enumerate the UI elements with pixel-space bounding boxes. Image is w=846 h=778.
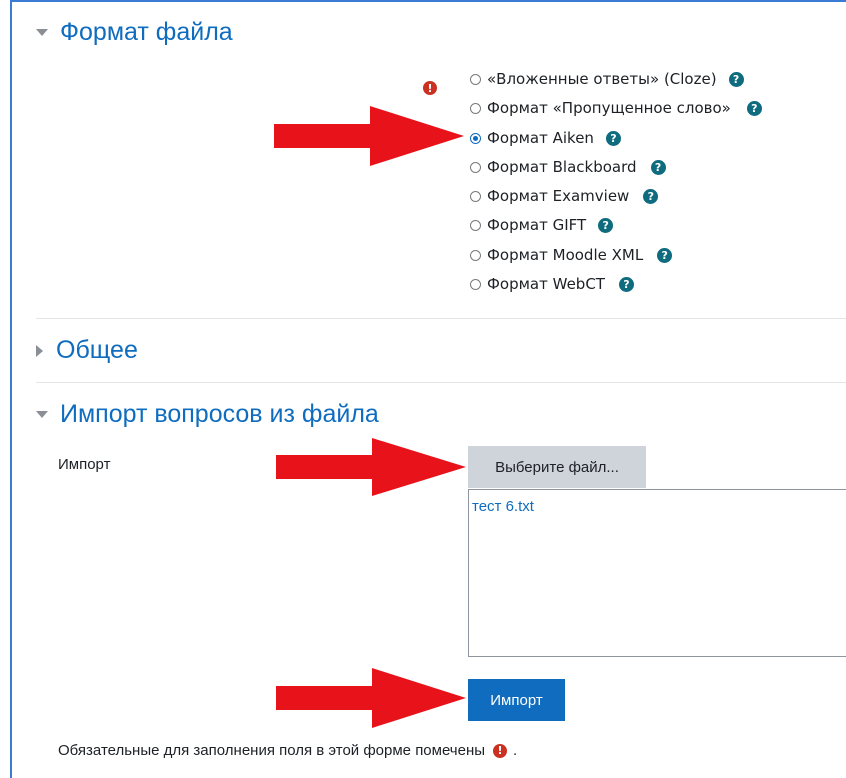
radio-option-moodlexml[interactable]: Формат Moodle XML ? [470,244,673,266]
required-note-text: Обязательные для заполнения поля в этой … [58,742,486,759]
help-icon[interactable]: ? [657,247,673,263]
required-fields-note: Обязательные для заполнения поля в этой … [58,742,517,759]
radio-option-blackboard[interactable]: Формат Blackboard ? [470,156,666,178]
section-header-import[interactable]: Импорт вопросов из файла [36,400,379,429]
red-arrow-icon [274,106,464,166]
required-icon: ! [493,743,508,758]
section-title-import: Импорт вопросов из файла [60,400,379,428]
help-icon[interactable]: ? [598,217,614,233]
help-icon[interactable]: ? [618,276,634,292]
section-title-general: Общее [56,336,138,364]
choose-file-button[interactable]: Выберите файл... [468,446,646,488]
radio-button[interactable] [470,190,481,202]
help-icon[interactable]: ? [746,100,762,116]
radio-label: «Вложенные ответы» (Cloze) [487,70,717,88]
section-divider [36,318,846,319]
uploaded-file-link[interactable]: тест 6.txt [472,498,534,515]
radio-label: Формат Moodle XML [487,246,644,264]
radio-button[interactable] [470,249,481,261]
radio-option-gift[interactable]: Формат GIFT ? [470,214,614,236]
radio-label: Формат Blackboard [487,158,637,176]
import-field-label: Импорт [58,456,111,473]
radio-label: Формат WebCT [487,275,605,293]
radio-label: Формат GIFT [487,216,587,234]
section-header-general[interactable]: Общее [36,336,138,365]
caret-down-icon [36,411,48,418]
section-title-file-format: Формат файла [60,18,233,46]
radio-label: Формат Examview [487,187,630,205]
radio-button[interactable] [470,161,481,173]
radio-button[interactable] [470,219,481,231]
import-submit-button[interactable]: Импорт [468,679,565,721]
red-arrow-icon [276,668,466,728]
section-header-file-format[interactable]: Формат файла [36,18,233,47]
section-divider [36,382,846,383]
radio-option-cloze[interactable]: «Вложенные ответы» (Cloze) ? [470,68,744,90]
required-note-suffix: . [513,742,518,759]
radio-option-webct[interactable]: Формат WebCT ? [470,273,634,295]
radio-option-aiken[interactable]: Формат Aiken ? [470,127,621,149]
required-icon: ! [423,81,437,95]
radio-button[interactable] [470,278,481,290]
radio-button[interactable] [470,73,481,85]
help-icon[interactable]: ? [650,159,666,175]
radio-button-selected[interactable] [470,132,481,144]
help-icon[interactable]: ? [643,188,659,204]
caret-down-icon [36,29,48,36]
help-icon[interactable]: ? [728,71,744,87]
help-icon[interactable]: ? [605,130,621,146]
file-drop-area[interactable]: тест 6.txt [468,489,846,657]
red-arrow-icon [276,438,466,496]
radio-label: Формат «Пропущенное слово» [487,99,731,117]
radio-option-missingword[interactable]: Формат «Пропущенное слово» ? [470,97,762,119]
radio-label: Формат Aiken [487,129,594,147]
radio-option-examview[interactable]: Формат Examview ? [470,185,659,207]
radio-button[interactable] [470,102,481,114]
caret-right-icon [36,344,43,357]
